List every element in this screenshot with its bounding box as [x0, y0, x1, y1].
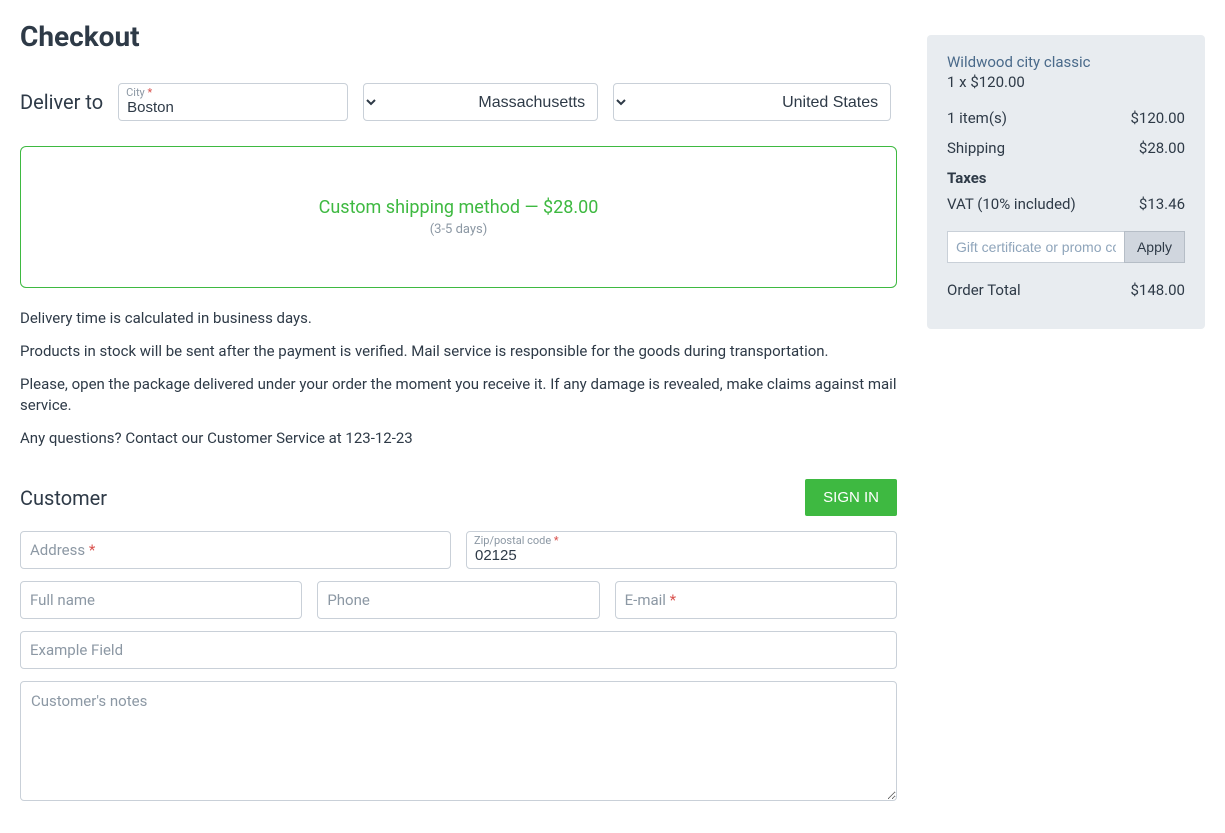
info-line: Delivery time is calculated in business … — [20, 308, 897, 329]
promo-row: Apply — [947, 231, 1185, 263]
fullname-input[interactable] — [20, 581, 302, 619]
order-summary-sidebar: Wildwood city classic 1 x $120.00 1 item… — [927, 35, 1205, 329]
state-select[interactable]: Massachusetts — [363, 83, 598, 121]
shipping-method-subtitle: (3-5 days) — [41, 222, 876, 237]
apply-promo-button[interactable]: Apply — [1124, 231, 1185, 263]
summary-shipping-row: Shipping $28.00 — [947, 139, 1185, 157]
deliver-to-label: Deliver to — [20, 90, 103, 114]
state-field-group: Massachusetts — [363, 83, 598, 121]
customer-notes-textarea[interactable] — [20, 681, 897, 801]
shipping-method-card[interactable]: Custom shipping method — $28.00 (3-5 day… — [20, 146, 897, 288]
city-field-group: City * — [118, 83, 348, 121]
summary-vat-value: $13.46 — [1139, 195, 1185, 213]
summary-shipping-label: Shipping — [947, 139, 1005, 157]
phone-input[interactable] — [317, 581, 599, 619]
email-input[interactable] — [615, 581, 897, 619]
customer-heading: Customer — [20, 486, 107, 510]
shipping-info-text: Delivery time is calculated in business … — [20, 308, 897, 449]
shipping-method-title: Custom shipping method — $28.00 — [41, 197, 876, 218]
example-field-group: Example Field — [20, 631, 897, 669]
summary-vat-row: VAT (10% included) $13.46 — [947, 195, 1185, 213]
zip-input[interactable] — [466, 531, 897, 569]
address-input[interactable] — [20, 531, 451, 569]
phone-field-group: Phone — [317, 581, 599, 619]
info-line: Products in stock will be sent after the… — [20, 341, 897, 362]
address-field-group: Address * — [20, 531, 451, 569]
summary-product-name: Wildwood city classic — [947, 53, 1185, 71]
summary-total-label: Order Total — [947, 281, 1021, 299]
info-line: Please, open the package delivered under… — [20, 374, 897, 416]
summary-items-label: 1 item(s) — [947, 109, 1007, 127]
email-field-group: E-mail * — [615, 581, 897, 619]
city-input[interactable] — [118, 83, 348, 121]
sign-in-button[interactable]: SIGN IN — [805, 479, 897, 516]
example-input[interactable] — [20, 631, 897, 669]
fullname-field-group: Full name — [20, 581, 302, 619]
summary-product-qty: 1 x $120.00 — [947, 73, 1185, 91]
summary-total-value: $148.00 — [1130, 281, 1185, 299]
summary-items-value: $120.00 — [1130, 109, 1185, 127]
promo-input[interactable] — [947, 231, 1124, 263]
country-select[interactable]: United States — [613, 83, 891, 121]
summary-vat-label: VAT (10% included) — [947, 195, 1076, 213]
country-field-group: United States — [613, 83, 891, 121]
summary-items-row: 1 item(s) $120.00 — [947, 109, 1185, 127]
summary-taxes-label: Taxes — [947, 169, 1185, 187]
page-title: Checkout — [20, 20, 897, 53]
info-line: Any questions? Contact our Customer Serv… — [20, 428, 897, 449]
deliver-to-row: Deliver to City * Massachusetts United S… — [20, 83, 897, 121]
zip-field-group: Zip/postal code * — [466, 531, 897, 569]
summary-shipping-value: $28.00 — [1139, 139, 1185, 157]
summary-total-row: Order Total $148.00 — [947, 281, 1185, 299]
